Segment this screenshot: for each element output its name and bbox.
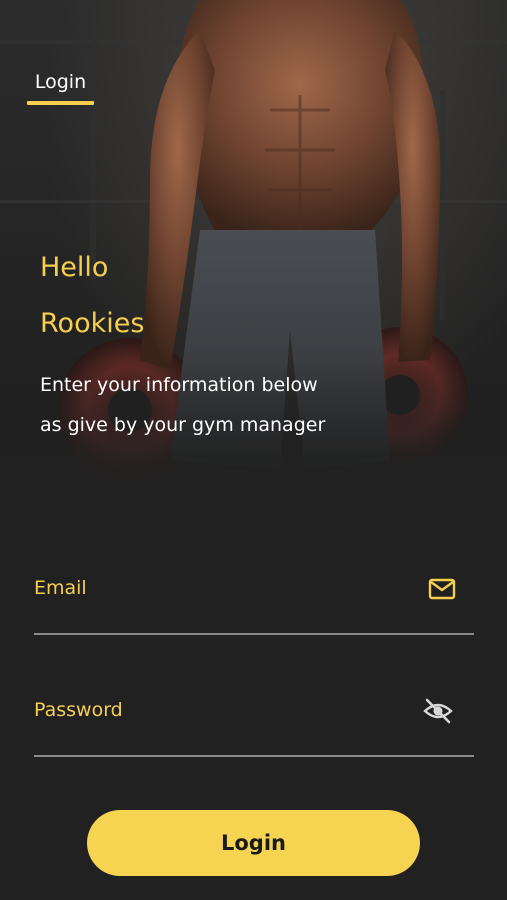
login-screen: Login Hello Rookies Enter your informati…	[0, 0, 507, 900]
tab-login[interactable]: Login	[27, 68, 94, 96]
mail-icon	[426, 573, 458, 605]
email-input[interactable]	[34, 573, 404, 603]
password-input[interactable]	[34, 695, 404, 725]
tab-login-indicator	[27, 101, 94, 105]
login-button[interactable]: Login	[87, 810, 420, 876]
subtitle-line-1: Enter your information below	[40, 374, 318, 396]
subtitle-line-2: as give by your gym manager	[40, 414, 326, 436]
greeting-line-1: Hello	[40, 252, 109, 283]
eye-off-icon[interactable]	[422, 695, 454, 727]
email-field	[34, 573, 474, 635]
password-field	[34, 695, 474, 757]
greeting-line-2: Rookies	[40, 308, 145, 339]
